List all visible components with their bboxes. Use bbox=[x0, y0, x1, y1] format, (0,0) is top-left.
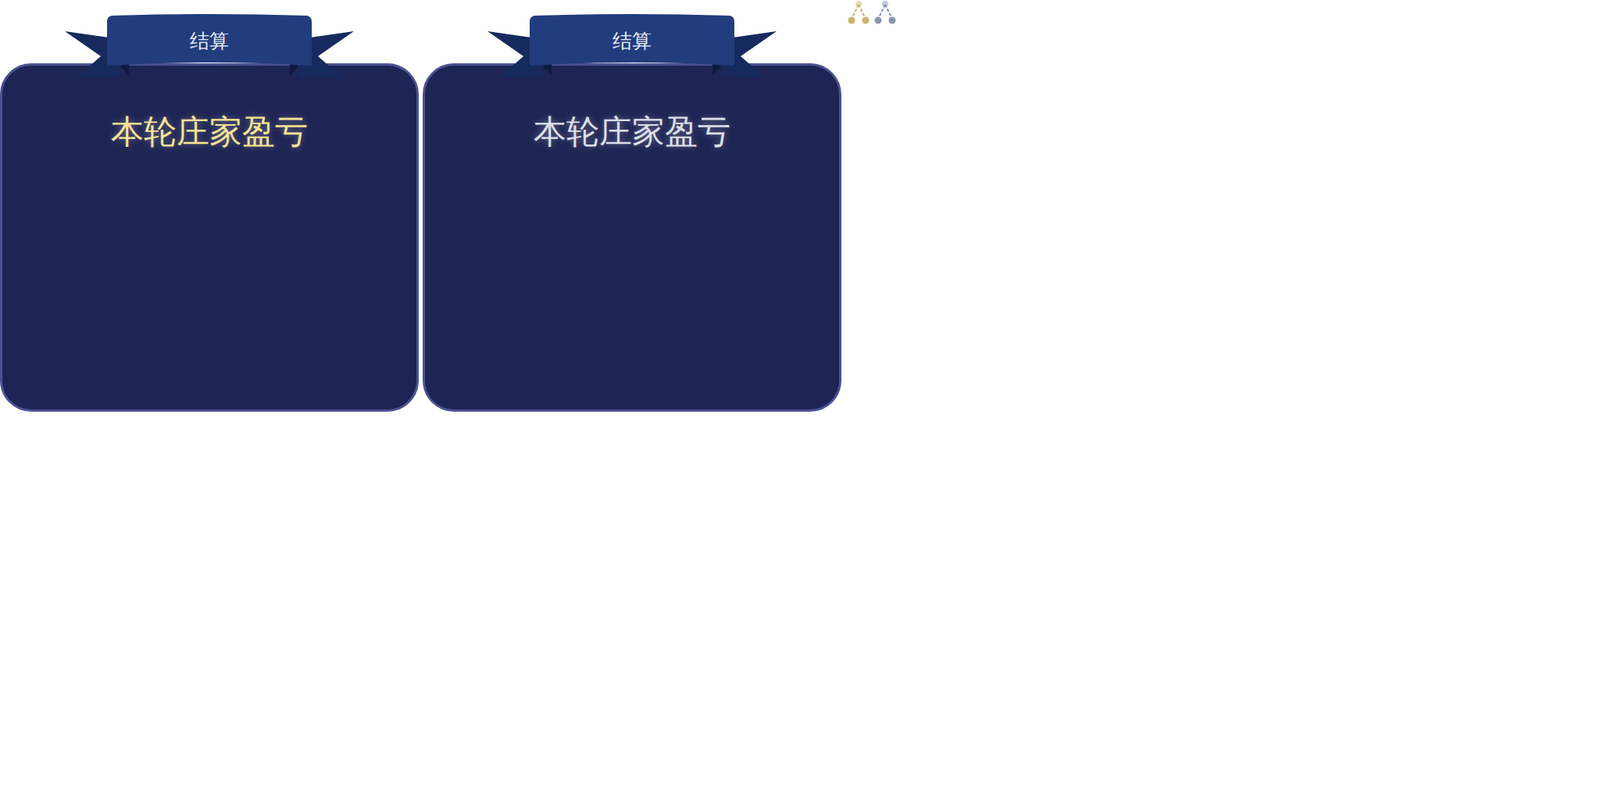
ribbon-banner: 结算 bbox=[479, 10, 785, 83]
tree-node-icon bbox=[846, 0, 871, 25]
ribbon-banner: 结算 bbox=[57, 10, 362, 83]
icon-group bbox=[846, 0, 897, 25]
settlement-panel: 结算本轮庄家盈亏 bbox=[0, 0, 419, 412]
panel-body: 本轮庄家盈亏 bbox=[0, 63, 419, 412]
panel-title: 本轮庄家盈亏 bbox=[110, 110, 308, 154]
ribbon-label: 结算 bbox=[57, 10, 362, 54]
tree-node-icon bbox=[873, 0, 897, 25]
panel-title: 本轮庄家盈亏 bbox=[533, 110, 731, 154]
panel-body: 本轮庄家盈亏 bbox=[422, 63, 842, 412]
ribbon-label: 结算 bbox=[479, 10, 785, 54]
page: 结算本轮庄家盈亏结算本轮庄家盈亏 bbox=[0, 0, 1600, 800]
settlement-panel: 结算本轮庄家盈亏 bbox=[422, 0, 842, 412]
